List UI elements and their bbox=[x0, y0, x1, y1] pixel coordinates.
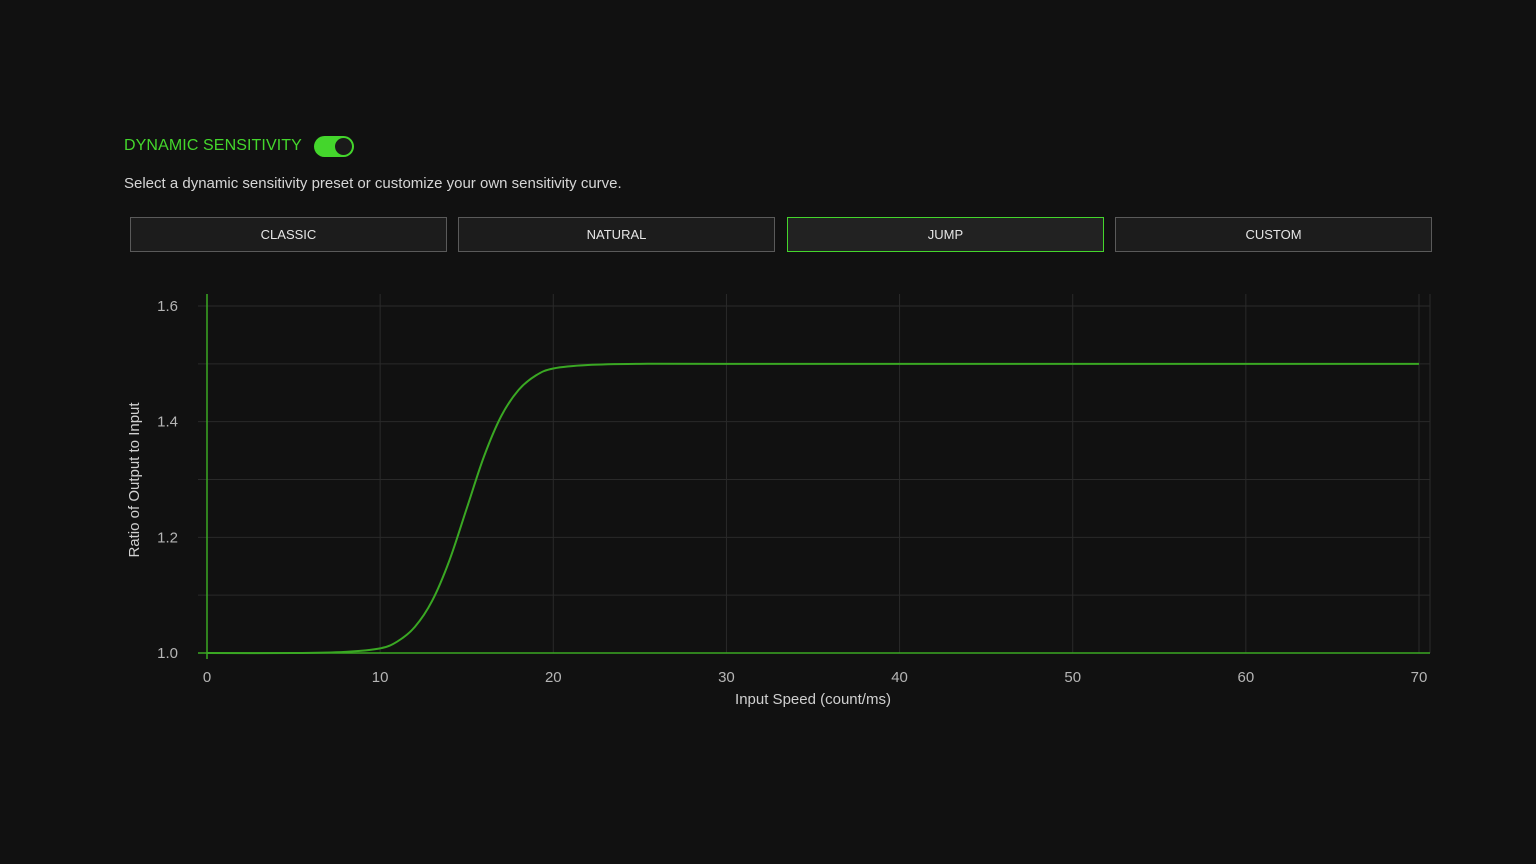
y-tick-label: 1.6 bbox=[157, 298, 178, 315]
dynamic-sensitivity-panel: DYNAMIC SENSITIVITY Select a dynamic sen… bbox=[0, 0, 1536, 864]
x-tick-label: 0 bbox=[203, 669, 211, 686]
chart-tick-labels: 0 10 20 30 40 50 60 70 1.0 1.2 1.4 1.6 bbox=[157, 298, 1427, 686]
x-tick-label: 60 bbox=[1238, 669, 1255, 686]
y-axis-label: Ratio of Output to Input bbox=[126, 402, 143, 558]
x-tick-label: 40 bbox=[891, 669, 908, 686]
y-tick-label: 1.0 bbox=[157, 645, 178, 662]
sensitivity-curve-line bbox=[206, 362, 1419, 655]
x-tick-label: 70 bbox=[1411, 669, 1428, 686]
y-tick-label: 1.2 bbox=[157, 529, 178, 546]
x-axis-label: Input Speed (count/ms) bbox=[735, 691, 891, 708]
sensitivity-curve-chart[interactable]: 0 10 20 30 40 50 60 70 1.0 1.2 1.4 1.6 Input Speed … bbox=[0, 0, 1536, 864]
chart-series bbox=[206, 362, 1419, 655]
x-tick-label: 20 bbox=[545, 669, 562, 686]
x-tick-label: 30 bbox=[718, 669, 735, 686]
chart-axes bbox=[198, 294, 1430, 659]
x-tick-label: 10 bbox=[372, 669, 389, 686]
x-tick-label: 50 bbox=[1064, 669, 1081, 686]
chart-grid bbox=[198, 294, 1431, 653]
y-tick-label: 1.4 bbox=[157, 414, 178, 431]
